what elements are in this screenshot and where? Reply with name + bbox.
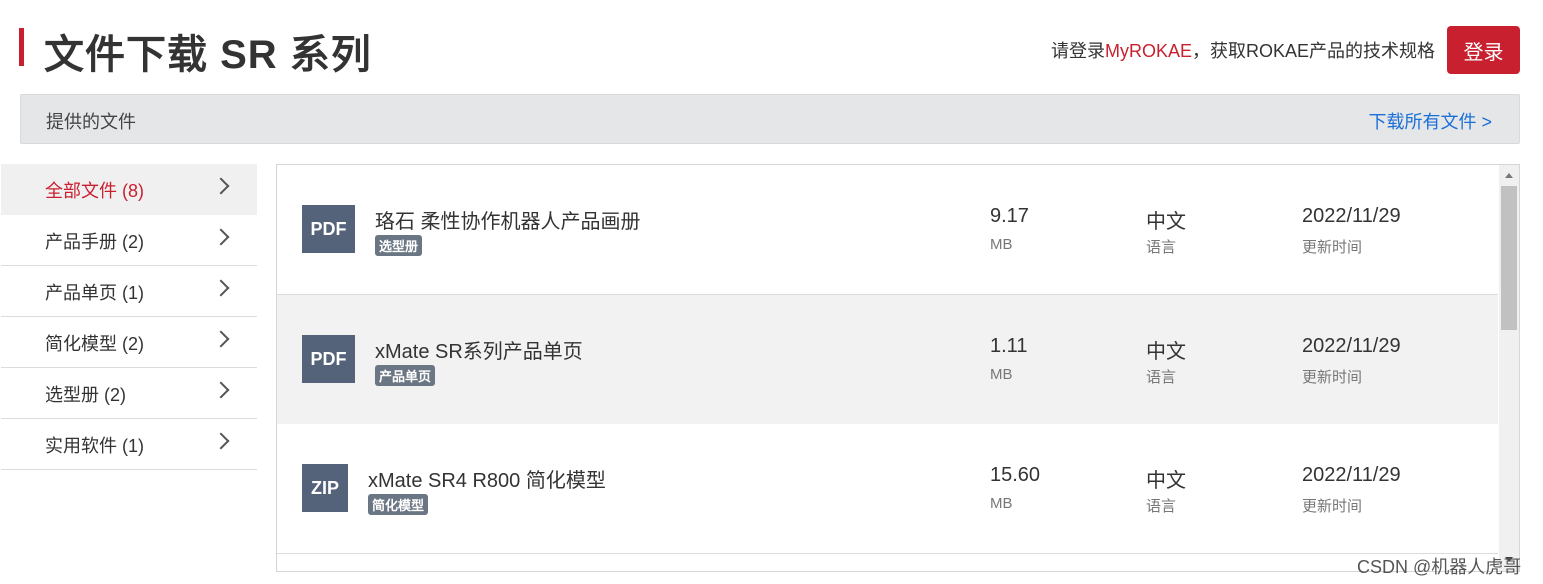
file-name[interactable]: xMate SR4 R800 简化模型 [368,464,606,493]
file-size: 1.11 [990,335,1028,357]
file-size: 9.17 [990,205,1029,227]
sidebar-item-selection-guides[interactable]: 选型册 (2) [1,368,257,419]
provided-files-title: 提供的文件 [46,112,136,132]
file-date: 2022/11/29 [1302,205,1401,227]
sidebar-item-label: 简化模型 (2) [45,334,144,354]
chevron-right-icon [212,330,230,348]
scrollbar[interactable] [1499,165,1519,571]
login-hint: 请登录MyROKAE，获取ROKAE产品的技术规格 [1051,37,1435,63]
page-title: 文件下载 SR 系列 [44,33,372,77]
watermark: CSDN @机器人虎哥 [1357,557,1522,577]
scrollbar-thumb[interactable] [1501,186,1517,330]
file-language: 中文 [1146,211,1186,233]
file-category-tag: 产品单页 [375,365,436,386]
file-language-label: 语言 [1146,498,1177,515]
sidebar-item-label: 产品单页 (1) [45,283,144,303]
file-language: 中文 [1146,341,1186,363]
file-size-unit: MB [990,236,1013,253]
file-date: 2022/11/29 [1302,464,1401,486]
sidebar-item-label: 全部文件 (8) [45,181,144,201]
category-sidebar: 全部文件 (8) 产品手册 (2) 产品单页 (1) 简化模型 (2) 选型册 … [1,164,257,470]
download-all-link[interactable]: 下载所有文件 > [1368,108,1492,134]
file-category-tag: 选型册 [375,235,423,256]
sidebar-item-label: 选型册 (2) [45,385,126,405]
pdf-file-icon: PDF [302,205,355,253]
file-date: 2022/11/29 [1302,335,1401,357]
file-name[interactable]: 珞石 柔性协作机器人产品画册 [375,205,641,234]
file-row[interactable]: PDF xMate SR系列产品单页 产品单页 1.11 MB 中文 语言 20… [277,295,1498,425]
file-row[interactable]: PDF 珞石 柔性协作机器人产品画册 选型册 9.17 MB 中文 语言 202… [277,165,1498,295]
myrokae-link[interactable]: MyROKAE [1105,41,1192,61]
zip-file-icon: ZIP [302,464,348,512]
chevron-right-icon [212,279,230,297]
file-date-label: 更新时间 [1302,369,1363,386]
file-size-unit: MB [990,366,1013,383]
sidebar-item-software[interactable]: 实用软件 (1) [1,419,257,470]
scroll-up-arrow-icon[interactable] [1505,173,1513,178]
sidebar-item-manuals[interactable]: 产品手册 (2) [1,215,257,266]
sidebar-item-simplified-models[interactable]: 简化模型 (2) [1,317,257,368]
chevron-right-icon [212,228,230,246]
file-language-label: 语言 [1146,239,1177,256]
file-size: 15.60 [990,464,1041,486]
chevron-right-icon [212,432,230,450]
pdf-file-icon: PDF [302,335,355,383]
login-hint-prefix: 请登录 [1051,41,1105,61]
sidebar-item-all-files[interactable]: 全部文件 (8) [1,164,257,215]
page-header: 文件下载 SR 系列 请登录MyROKAE，获取ROKAE产品的技术规格 登录 [0,0,1543,90]
file-date-label: 更新时间 [1302,239,1363,256]
sidebar-item-label: 产品手册 (2) [45,232,144,252]
file-category-tag: 简化模型 [368,494,429,515]
sidebar-item-product-sheets[interactable]: 产品单页 (1) [1,266,257,317]
login-button[interactable]: 登录 [1447,26,1520,74]
chevron-right-icon [212,177,230,195]
provided-files-bar: 提供的文件 下载所有文件 > [20,94,1520,144]
file-language-label: 语言 [1146,369,1177,386]
chevron-right-icon [212,381,230,399]
file-name[interactable]: xMate SR系列产品单页 [375,335,583,364]
file-date-label: 更新时间 [1302,498,1363,515]
title-accent-bar [19,28,24,66]
sidebar-item-label: 实用软件 (1) [45,436,144,456]
file-list-panel: PDF 珞石 柔性协作机器人产品画册 选型册 9.17 MB 中文 语言 202… [276,164,1520,572]
file-row[interactable]: ZIP xMate SR4 R800 简化模型 简化模型 15.60 MB 中文… [277,424,1498,554]
file-size-unit: MB [990,495,1013,512]
file-language: 中文 [1146,470,1186,492]
login-hint-suffix: ，获取ROKAE产品的技术规格 [1192,41,1436,61]
